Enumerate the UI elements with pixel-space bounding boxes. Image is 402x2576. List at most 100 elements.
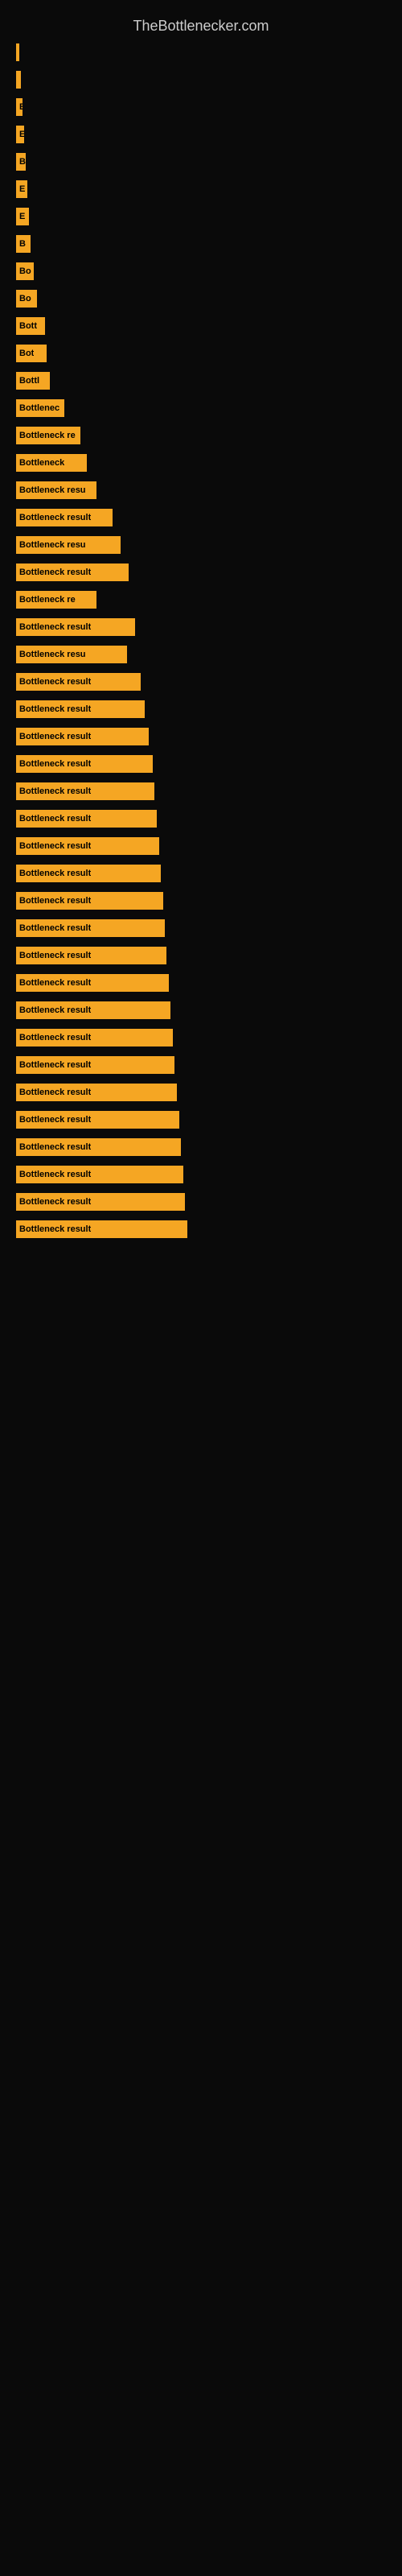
bar-fill: Bottleneck result [16, 810, 157, 828]
bar-text: Bottleneck result [19, 923, 91, 933]
bar-text: E [19, 212, 25, 221]
bar-row: E [16, 96, 386, 118]
bar-row: Bottleneck result [16, 1026, 386, 1049]
bar-fill: Bottleneck result [16, 673, 141, 691]
bar-text: Bottleneck result [19, 1142, 91, 1152]
bar-fill: Bottleneck result [16, 1138, 181, 1156]
bar-text: Bottleneck resu [19, 650, 86, 659]
bar-text: Bottleneck result [19, 978, 91, 988]
bars-container: EEBEEBBoBoBottBotBottlBottlenecBottlenec… [16, 41, 386, 1241]
bar-fill: Bottleneck result [16, 1084, 177, 1101]
bar-text: Bo [19, 294, 31, 303]
bar-row: Bot [16, 342, 386, 365]
bar-row: Bottleneck result [16, 944, 386, 967]
bar-row: Bottleneck re [16, 588, 386, 611]
bar-fill: Bottleneck result [16, 837, 159, 855]
bar-fill: B [16, 153, 26, 171]
bar-text: Bottleneck result [19, 896, 91, 906]
bar-row: Bottl [16, 369, 386, 392]
bar-text: Bottleneck re [19, 431, 76, 440]
bar-row: Bottleneck result [16, 1191, 386, 1213]
bar-text: B [19, 157, 26, 167]
bar-fill: Bottl [16, 372, 50, 390]
bar-row: Bottleneck result [16, 561, 386, 584]
bar-text: Bottlenec [19, 403, 59, 413]
bar-fill: E [16, 98, 23, 116]
site-title: TheBottlenecker.com [16, 8, 386, 41]
bar-text: Bottleneck result [19, 732, 91, 741]
bar-text: B [19, 239, 26, 249]
bar-fill: Bottleneck result [16, 728, 149, 745]
bar-row: E [16, 205, 386, 228]
bar-row: E [16, 178, 386, 200]
bar-fill: Bottleneck result [16, 1220, 187, 1238]
bar-fill: Bottleneck result [16, 1193, 185, 1211]
bar-row: Bottlenec [16, 397, 386, 419]
bar-fill: B [16, 235, 31, 253]
bar-row: Bottleneck result [16, 972, 386, 994]
bar-fill: Bottleneck result [16, 947, 166, 964]
bar-text: Bott [19, 321, 37, 331]
bar-text: Bottleneck result [19, 1005, 91, 1015]
bar-fill: Bottleneck resu [16, 481, 96, 499]
bar-row: Bottleneck resu [16, 479, 386, 502]
bar-row: Bo [16, 287, 386, 310]
bar-row: Bottleneck result [16, 506, 386, 529]
bar-row: Bottleneck result [16, 807, 386, 830]
bar-row: Bottleneck resu [16, 534, 386, 556]
bar-text: Bottleneck result [19, 513, 91, 522]
bar-text: Bottleneck result [19, 622, 91, 632]
bar-row: Bottleneck result [16, 862, 386, 885]
bar-row: Bottleneck result [16, 753, 386, 775]
bar-text: Bottl [19, 376, 39, 386]
bar-row: Bottleneck result [16, 698, 386, 720]
bar-fill: Bottlenec [16, 399, 64, 417]
bar-fill: Bottleneck resu [16, 536, 121, 554]
bar-row: Bottleneck result [16, 725, 386, 748]
bar-text: Bottleneck resu [19, 485, 86, 495]
bar-fill: Bottleneck result [16, 892, 163, 910]
bar-text: Bottleneck result [19, 841, 91, 851]
bar-fill: Bottleneck re [16, 427, 80, 444]
bar-text: Bottleneck result [19, 1197, 91, 1207]
bar-row: Bottleneck result [16, 1163, 386, 1186]
bar-fill [16, 71, 21, 89]
bar-text: Bot [19, 349, 34, 358]
bar-row: Bottleneck result [16, 890, 386, 912]
bar-fill: E [16, 180, 27, 198]
bar-fill: Bottleneck result [16, 1029, 173, 1046]
bar-row: Bottleneck result [16, 1108, 386, 1131]
bar-text: Bottleneck result [19, 869, 91, 878]
bar-row: Bo [16, 260, 386, 283]
bar-text: Bottleneck result [19, 1088, 91, 1097]
bar-text: Bottleneck result [19, 814, 91, 824]
bar-row [16, 68, 386, 91]
bar-fill: Bo [16, 290, 37, 308]
bar-text: Bottleneck result [19, 1170, 91, 1179]
bar-row: Bottleneck re [16, 424, 386, 447]
bar-text: Bottleneck result [19, 1060, 91, 1070]
bar-text: Bottleneck result [19, 1115, 91, 1125]
bar-text: E [19, 102, 23, 112]
bar-fill [16, 43, 19, 61]
bar-row: Bottleneck result [16, 1218, 386, 1241]
bar-fill: Bottleneck re [16, 591, 96, 609]
bar-fill: Bottleneck result [16, 974, 169, 992]
bar-fill: Bottleneck result [16, 564, 129, 581]
bar-row [16, 41, 386, 64]
bar-text: Bo [19, 266, 31, 276]
bar-text: Bottleneck result [19, 568, 91, 577]
bar-row: Bottleneck result [16, 1081, 386, 1104]
bar-row: Bott [16, 315, 386, 337]
bar-fill: Bott [16, 317, 45, 335]
bar-row: Bottleneck resu [16, 643, 386, 666]
bar-row: Bottleneck result [16, 671, 386, 693]
bar-text: Bottleneck resu [19, 540, 86, 550]
bar-row: Bottleneck result [16, 835, 386, 857]
bar-fill: Bottleneck result [16, 865, 161, 882]
chart-container: TheBottlenecker.com EEBEEBBoBoBottBotBot… [0, 0, 402, 1253]
bar-fill: Bo [16, 262, 34, 280]
bar-row: Bottleneck result [16, 917, 386, 939]
bar-text: Bottleneck result [19, 677, 91, 687]
bar-text: Bottleneck result [19, 951, 91, 960]
